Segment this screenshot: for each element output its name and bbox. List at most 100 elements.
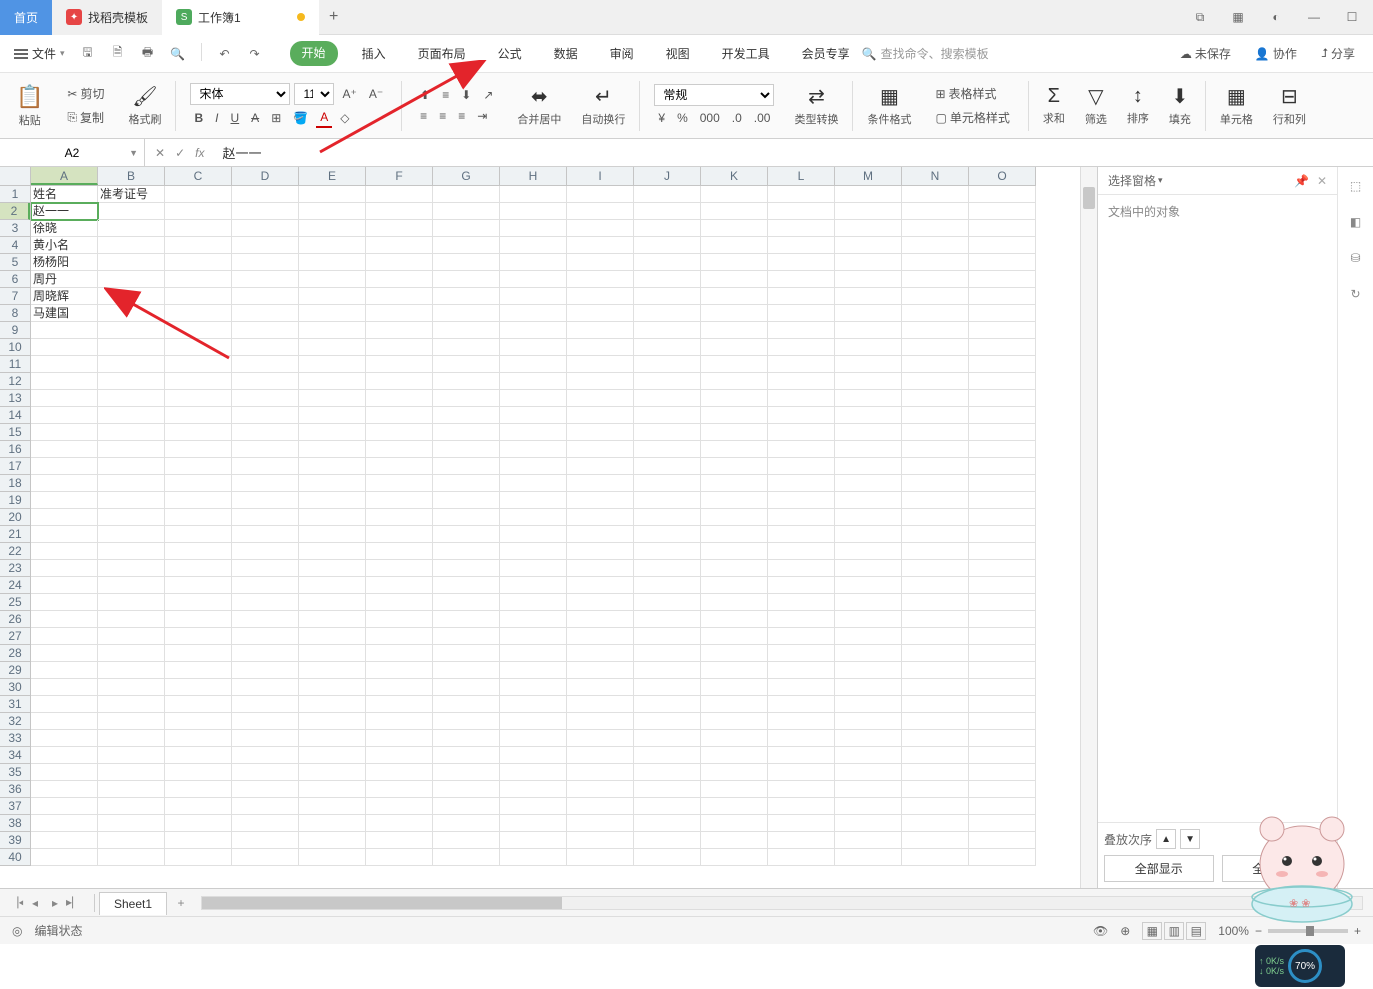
- cell[interactable]: [768, 475, 835, 492]
- cell[interactable]: [165, 526, 232, 543]
- cell[interactable]: [232, 254, 299, 271]
- cell[interactable]: [768, 798, 835, 815]
- cell[interactable]: [232, 747, 299, 764]
- row-header[interactable]: 37: [0, 798, 30, 815]
- cell[interactable]: [232, 373, 299, 390]
- cell[interactable]: [98, 390, 165, 407]
- cell[interactable]: [500, 458, 567, 475]
- rail-style-icon[interactable]: ◧: [1345, 211, 1367, 233]
- cell[interactable]: [634, 186, 701, 203]
- cell[interactable]: [701, 475, 768, 492]
- align-middle-button[interactable]: ≡: [438, 86, 453, 104]
- record-icon[interactable]: ◎: [12, 924, 22, 938]
- cell[interactable]: [902, 781, 969, 798]
- cell[interactable]: [567, 305, 634, 322]
- cell[interactable]: [902, 696, 969, 713]
- cell[interactable]: [768, 441, 835, 458]
- cell[interactable]: [969, 781, 1036, 798]
- focus-icon[interactable]: ⊕: [1120, 924, 1130, 938]
- cell[interactable]: [634, 611, 701, 628]
- cell[interactable]: [969, 475, 1036, 492]
- cell[interactable]: [232, 203, 299, 220]
- cell[interactable]: [165, 662, 232, 679]
- cell[interactable]: [433, 424, 500, 441]
- cell[interactable]: [500, 815, 567, 832]
- cell[interactable]: [969, 424, 1036, 441]
- cell[interactable]: [433, 696, 500, 713]
- cell[interactable]: [835, 203, 902, 220]
- cell[interactable]: [31, 849, 98, 866]
- cell[interactable]: [969, 288, 1036, 305]
- cell[interactable]: [768, 628, 835, 645]
- cell[interactable]: [299, 237, 366, 254]
- cell[interactable]: [433, 254, 500, 271]
- cell[interactable]: [299, 305, 366, 322]
- cell[interactable]: [165, 475, 232, 492]
- cell[interactable]: [902, 186, 969, 203]
- cell[interactable]: [835, 764, 902, 781]
- cell[interactable]: [634, 594, 701, 611]
- cell[interactable]: [969, 611, 1036, 628]
- cell[interactable]: [567, 441, 634, 458]
- cell[interactable]: [567, 322, 634, 339]
- cell[interactable]: [567, 458, 634, 475]
- cell[interactable]: [165, 492, 232, 509]
- cell[interactable]: [500, 203, 567, 220]
- cell[interactable]: [433, 373, 500, 390]
- row-header[interactable]: 8: [0, 305, 30, 322]
- cell[interactable]: [232, 696, 299, 713]
- cell[interactable]: [634, 203, 701, 220]
- cell[interactable]: [634, 441, 701, 458]
- cell[interactable]: [433, 764, 500, 781]
- cell[interactable]: [98, 560, 165, 577]
- row-header[interactable]: 26: [0, 611, 30, 628]
- cell[interactable]: [232, 611, 299, 628]
- thousands-button[interactable]: 000: [696, 109, 724, 127]
- cell[interactable]: [98, 747, 165, 764]
- cell[interactable]: [634, 373, 701, 390]
- col-header[interactable]: M: [835, 167, 902, 185]
- cell[interactable]: [299, 543, 366, 560]
- row-header[interactable]: 20: [0, 509, 30, 526]
- cell[interactable]: [31, 781, 98, 798]
- cell[interactable]: [500, 271, 567, 288]
- cell[interactable]: [567, 220, 634, 237]
- cell[interactable]: [433, 594, 500, 611]
- cell[interactable]: [634, 526, 701, 543]
- cell[interactable]: [366, 764, 433, 781]
- cell[interactable]: [567, 730, 634, 747]
- chevron-down-icon[interactable]: ▾: [1158, 175, 1163, 186]
- cell[interactable]: [299, 849, 366, 866]
- cell[interactable]: [433, 798, 500, 815]
- cell[interactable]: [366, 407, 433, 424]
- row-header[interactable]: 28: [0, 645, 30, 662]
- cell[interactable]: [701, 730, 768, 747]
- cell[interactable]: [165, 713, 232, 730]
- cell[interactable]: [366, 492, 433, 509]
- cell[interactable]: [31, 628, 98, 645]
- cell[interactable]: [768, 339, 835, 356]
- cell[interactable]: [433, 526, 500, 543]
- align-right-button[interactable]: ≡: [454, 107, 469, 125]
- merge-icon[interactable]: ⬌: [531, 84, 548, 109]
- cell[interactable]: [701, 322, 768, 339]
- cell[interactable]: [902, 594, 969, 611]
- cell[interactable]: [31, 322, 98, 339]
- cell[interactable]: [366, 560, 433, 577]
- cell[interactable]: [835, 288, 902, 305]
- cell[interactable]: [835, 662, 902, 679]
- cell[interactable]: [232, 407, 299, 424]
- cell[interactable]: [902, 832, 969, 849]
- cell[interactable]: [701, 458, 768, 475]
- cell[interactable]: [969, 390, 1036, 407]
- row-header[interactable]: 5: [0, 254, 30, 271]
- cell[interactable]: [969, 577, 1036, 594]
- cell[interactable]: [835, 339, 902, 356]
- row-header[interactable]: 38: [0, 815, 30, 832]
- cell[interactable]: [634, 815, 701, 832]
- cell[interactable]: [768, 815, 835, 832]
- cell[interactable]: [835, 713, 902, 730]
- cell[interactable]: [98, 679, 165, 696]
- cell[interactable]: [969, 645, 1036, 662]
- cell[interactable]: [165, 339, 232, 356]
